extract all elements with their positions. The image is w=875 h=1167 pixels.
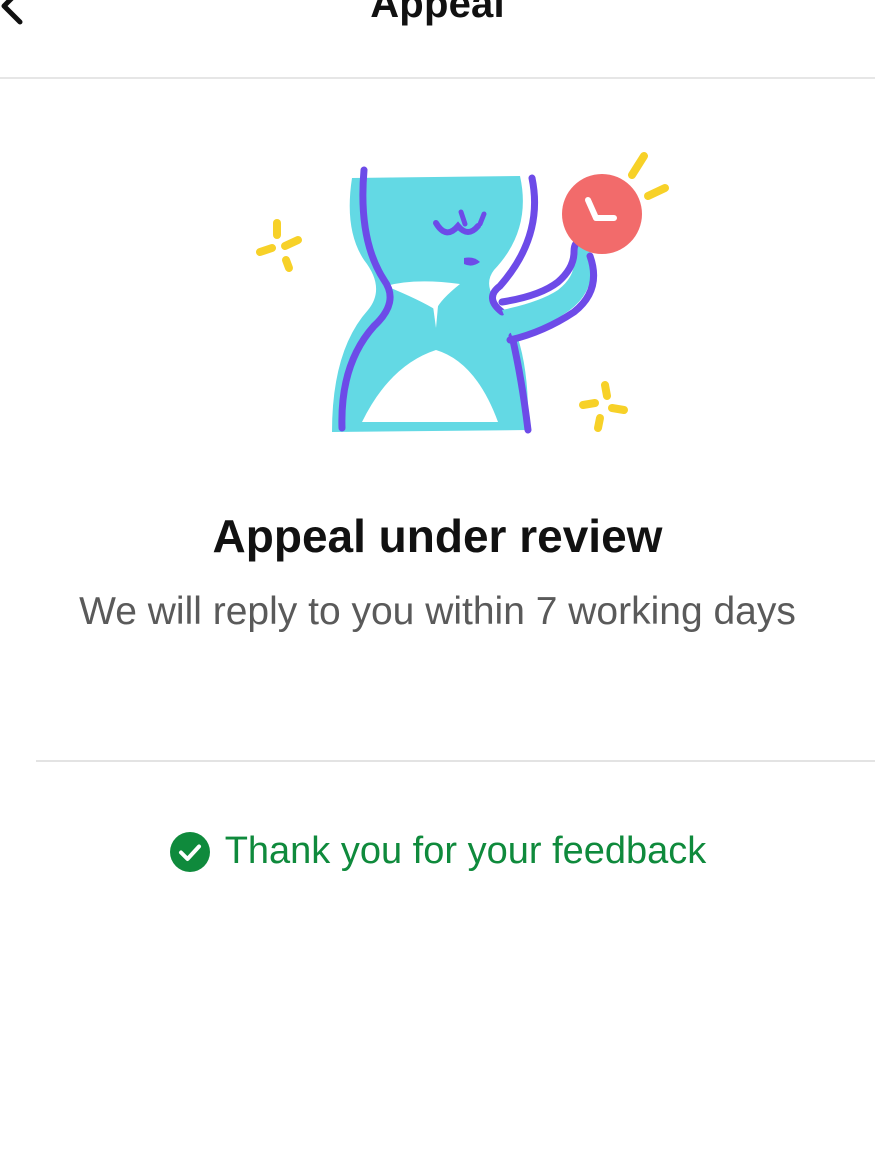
status-subtitle: We will reply to you within 7 working da… <box>79 590 796 633</box>
sparkle-icon <box>579 381 628 432</box>
top-bar: Appeal <box>0 0 875 79</box>
divider <box>36 760 875 762</box>
status-title: Appeal under review <box>212 510 663 562</box>
feedback-confirmation: Thank you for your feedback <box>0 830 875 873</box>
sparkle-icon <box>628 152 669 200</box>
hourglass-character-illustration <box>240 140 680 450</box>
check-circle-icon <box>169 831 210 872</box>
page-title: Appeal <box>370 0 505 26</box>
sparkle-icon <box>256 219 302 272</box>
feedback-text: Thank you for your feedback <box>224 830 707 872</box>
clock-icon <box>562 174 642 254</box>
